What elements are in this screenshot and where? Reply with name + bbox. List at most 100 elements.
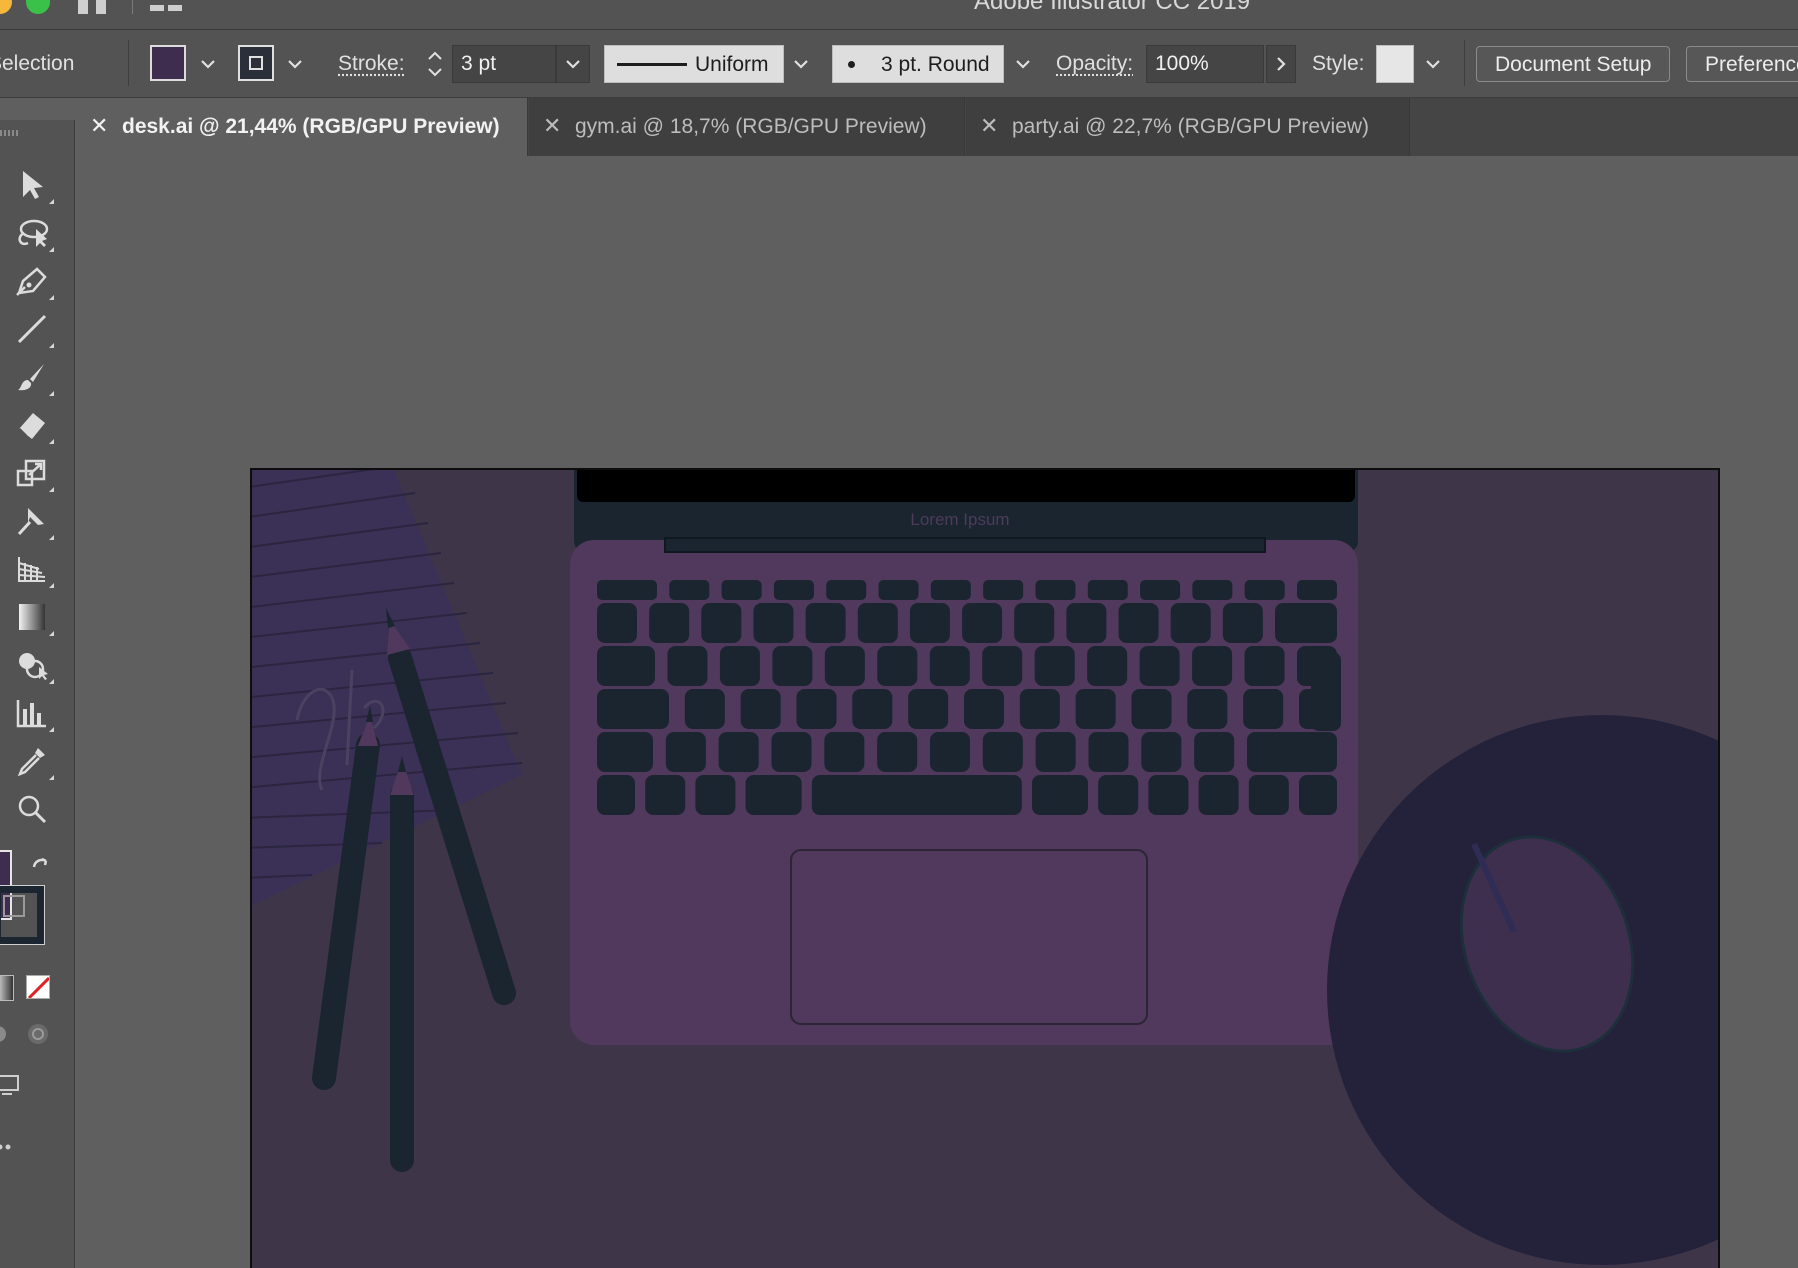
edit-toolbar-more-icon[interactable] — [0, 1138, 16, 1150]
key[interactable] — [1275, 603, 1337, 643]
key[interactable] — [597, 580, 657, 600]
key[interactable] — [964, 689, 1004, 729]
key[interactable] — [826, 580, 867, 600]
fill-color-swatch[interactable] — [150, 45, 186, 81]
tab-desk[interactable]: ✕ desk.ai @ 21,44% (RGB/GPU Preview) — [76, 98, 528, 156]
key[interactable] — [1248, 775, 1289, 815]
key[interactable] — [908, 689, 949, 729]
key[interactable] — [773, 580, 814, 600]
shape-builder-tool-icon[interactable] — [8, 644, 56, 686]
key[interactable] — [982, 732, 1023, 772]
opacity-input[interactable]: 100% — [1146, 45, 1264, 83]
gradient-tool-icon[interactable] — [8, 596, 56, 638]
selection-tool-icon[interactable] — [8, 164, 56, 206]
key[interactable] — [665, 732, 706, 772]
key[interactable] — [796, 689, 837, 729]
document-setup-button[interactable]: Document Setup — [1476, 46, 1671, 82]
key[interactable] — [852, 689, 893, 729]
pen-tool-icon[interactable] — [8, 260, 56, 302]
key[interactable] — [695, 775, 736, 815]
key[interactable] — [877, 646, 918, 686]
key[interactable] — [930, 732, 970, 772]
key[interactable] — [1192, 646, 1233, 686]
key[interactable] — [824, 646, 865, 686]
key[interactable] — [811, 775, 1022, 815]
stroke-dropdown-chevron-icon[interactable] — [280, 45, 310, 83]
draw-inside-icon[interactable] — [26, 1022, 50, 1046]
key[interactable] — [1170, 603, 1211, 643]
key[interactable] — [1243, 689, 1284, 729]
eyedropper-tool-icon[interactable] — [8, 740, 56, 782]
brush-definition-select[interactable]: 3 pt. Round — [832, 45, 1004, 83]
key[interactable] — [597, 689, 669, 729]
graphic-style-swatch[interactable] — [1376, 45, 1414, 83]
key[interactable] — [645, 775, 686, 815]
stroke-weight-chevron-icon[interactable] — [556, 45, 590, 83]
draw-normal-icon[interactable] — [0, 1022, 8, 1044]
key[interactable] — [929, 646, 970, 686]
key[interactable] — [1141, 732, 1182, 772]
key[interactable] — [1131, 689, 1172, 729]
opacity-chevron-right-icon[interactable] — [1266, 45, 1296, 83]
key[interactable] — [824, 732, 865, 772]
tab-party[interactable]: ✕ party.ai @ 22,7% (RGB/GPU Preview) — [966, 98, 1410, 156]
paintbrush-tool-icon[interactable] — [8, 356, 56, 398]
key[interactable] — [982, 646, 1023, 686]
artboard[interactable]: Lorem Ipsum — [250, 468, 1720, 1268]
key[interactable] — [1148, 775, 1189, 815]
key[interactable] — [719, 646, 760, 686]
key[interactable] — [1299, 775, 1337, 815]
key[interactable] — [597, 646, 655, 686]
canvas-area[interactable]: Lorem Ipsum — [76, 157, 1798, 1268]
key[interactable] — [1247, 732, 1337, 772]
close-tab-icon[interactable]: ✕ — [543, 113, 561, 139]
key[interactable] — [1087, 580, 1128, 600]
key[interactable] — [1118, 603, 1159, 643]
key[interactable] — [597, 775, 635, 815]
key[interactable] — [1187, 689, 1228, 729]
key[interactable] — [909, 603, 950, 643]
brush-chevron-icon[interactable] — [1008, 45, 1038, 83]
zoom-tool-icon[interactable] — [8, 788, 56, 830]
enter-key[interactable] — [1311, 652, 1341, 731]
swap-fill-stroke-icon[interactable] — [28, 855, 52, 879]
key[interactable] — [1222, 603, 1263, 643]
scale-tool-icon[interactable] — [8, 452, 56, 494]
home-icon[interactable] — [76, 0, 112, 14]
key[interactable] — [771, 732, 812, 772]
key[interactable] — [1034, 646, 1075, 686]
stroke-swatch[interactable] — [0, 885, 45, 945]
variable-width-profile-select[interactable]: Uniform — [604, 45, 784, 83]
key[interactable] — [1014, 603, 1055, 643]
key[interactable] — [877, 732, 918, 772]
line-tool-icon[interactable] — [8, 308, 56, 350]
key[interactable] — [1140, 580, 1181, 600]
style-chevron-icon[interactable] — [1418, 45, 1448, 83]
key[interactable] — [1297, 580, 1337, 600]
panel-grip[interactable] — [0, 130, 18, 136]
key[interactable] — [597, 732, 653, 772]
lasso-tool-icon[interactable] — [8, 212, 56, 254]
key[interactable] — [721, 580, 762, 600]
key[interactable] — [962, 603, 1003, 643]
stroke-weight-stepper[interactable] — [420, 45, 450, 83]
key[interactable] — [1035, 732, 1076, 772]
key[interactable] — [684, 689, 725, 729]
close-tab-icon[interactable]: ✕ — [90, 113, 108, 139]
profile-chevron-icon[interactable] — [786, 45, 816, 83]
key[interactable] — [649, 603, 690, 643]
key[interactable] — [667, 646, 708, 686]
trackpad[interactable] — [790, 849, 1148, 1025]
key[interactable] — [857, 603, 898, 643]
key[interactable] — [1198, 775, 1239, 815]
key[interactable] — [1139, 646, 1180, 686]
key[interactable] — [930, 580, 971, 600]
stroke-weight-input[interactable]: 3 pt — [452, 45, 556, 83]
zoom-window-icon[interactable] — [26, 0, 50, 14]
puppet-warp-tool-icon[interactable] — [8, 500, 56, 542]
fill-dropdown-chevron-icon[interactable] — [193, 45, 223, 83]
key[interactable] — [878, 580, 919, 600]
key[interactable] — [1066, 603, 1107, 643]
preferences-button[interactable]: Preferences — [1686, 46, 1798, 82]
key[interactable] — [1088, 732, 1129, 772]
